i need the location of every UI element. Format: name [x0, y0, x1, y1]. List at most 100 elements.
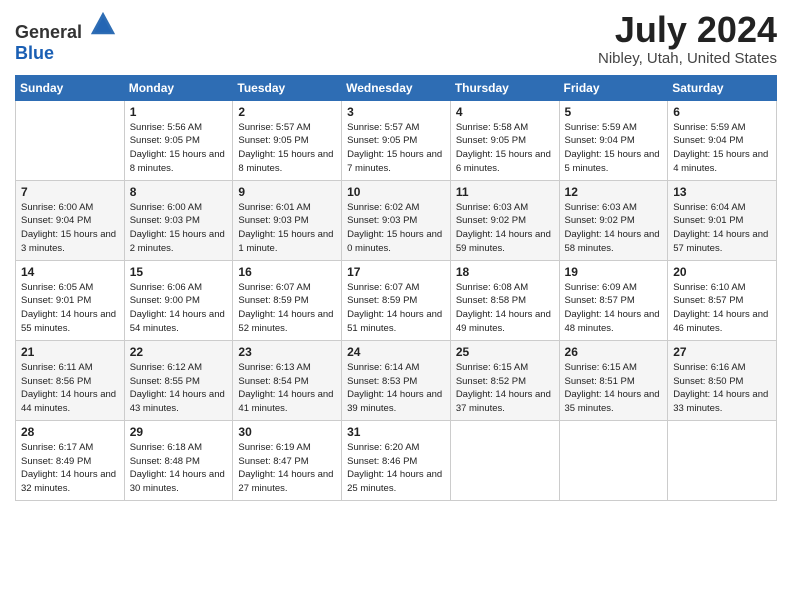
day-cell: 2 Sunrise: 5:57 AMSunset: 9:05 PMDaylight…: [233, 100, 342, 180]
day-cell: 4 Sunrise: 5:58 AMSunset: 9:05 PMDaylight…: [450, 100, 559, 180]
day-number: 29: [130, 425, 228, 439]
day-number: 30: [238, 425, 336, 439]
week-row-3: 14 Sunrise: 6:05 AMSunset: 9:01 PMDayligh…: [16, 260, 777, 340]
cell-info: Sunrise: 5:57 AMSunset: 9:05 PMDaylight:…: [238, 122, 333, 174]
day-number: 7: [21, 185, 119, 199]
day-cell: 28 Sunrise: 6:17 AMSunset: 8:49 PMDayligh…: [16, 420, 125, 500]
day-number: 4: [456, 105, 554, 119]
logo-general: General: [15, 22, 82, 42]
day-number: 12: [565, 185, 663, 199]
day-cell: 19 Sunrise: 6:09 AMSunset: 8:57 PMDayligh…: [559, 260, 668, 340]
cell-info: Sunrise: 6:01 AMSunset: 9:03 PMDaylight:…: [238, 202, 333, 254]
day-number: 13: [673, 185, 771, 199]
day-cell: [668, 420, 777, 500]
day-cell: 5 Sunrise: 5:59 AMSunset: 9:04 PMDaylight…: [559, 100, 668, 180]
day-cell: 23 Sunrise: 6:13 AMSunset: 8:54 PMDayligh…: [233, 340, 342, 420]
day-cell: 14 Sunrise: 6:05 AMSunset: 9:01 PMDayligh…: [16, 260, 125, 340]
day-header-wednesday: Wednesday: [342, 75, 451, 100]
cell-info: Sunrise: 6:08 AMSunset: 8:58 PMDaylight:…: [456, 282, 551, 334]
location: Nibley, Utah, United States: [598, 50, 777, 67]
day-number: 3: [347, 105, 445, 119]
logo-text: General Blue: [15, 10, 117, 64]
day-number: 23: [238, 345, 336, 359]
day-cell: 31Sunrise: 6:20 AMSunset: 8:46 PMDayligh…: [342, 420, 451, 500]
logo-blue: Blue: [15, 43, 54, 63]
cell-info: Sunrise: 5:59 AMSunset: 9:04 PMDaylight:…: [673, 122, 768, 174]
day-cell: 15Sunrise: 6:06 AMSunset: 9:00 PMDayligh…: [124, 260, 233, 340]
calendar-table: SundayMondayTuesdayWednesdayThursdayFrid…: [15, 75, 777, 501]
week-row-4: 21 Sunrise: 6:11 AMSunset: 8:56 PMDayligh…: [16, 340, 777, 420]
day-header-saturday: Saturday: [668, 75, 777, 100]
cell-info: Sunrise: 6:14 AMSunset: 8:53 PMDaylight:…: [347, 362, 442, 414]
cell-info: Sunrise: 6:17 AMSunset: 8:49 PMDaylight:…: [21, 442, 116, 494]
day-cell: 22Sunrise: 6:12 AMSunset: 8:55 PMDayligh…: [124, 340, 233, 420]
day-cell: 24 Sunrise: 6:14 AMSunset: 8:53 PMDayligh…: [342, 340, 451, 420]
day-number: 28: [21, 425, 119, 439]
month-year: July 2024: [598, 10, 777, 50]
day-number: 10: [347, 185, 445, 199]
cell-info: Sunrise: 6:10 AMSunset: 8:57 PMDaylight:…: [673, 282, 768, 334]
page-container: General Blue July 2024 Nibley, Utah, Uni…: [0, 0, 792, 511]
day-number: 21: [21, 345, 119, 359]
cell-info: Sunrise: 6:03 AMSunset: 9:02 PMDaylight:…: [565, 202, 660, 254]
day-number: 14: [21, 265, 119, 279]
cell-info: Sunrise: 5:57 AMSunset: 9:05 PMDaylight:…: [347, 122, 442, 174]
day-cell: 16 Sunrise: 6:07 AMSunset: 8:59 PMDayligh…: [233, 260, 342, 340]
day-number: 17: [347, 265, 445, 279]
day-cell: 10Sunrise: 6:02 AMSunset: 9:03 PMDayligh…: [342, 180, 451, 260]
day-number: 2: [238, 105, 336, 119]
day-number: 5: [565, 105, 663, 119]
cell-info: Sunrise: 6:09 AMSunset: 8:57 PMDaylight:…: [565, 282, 660, 334]
day-cell: 29 Sunrise: 6:18 AMSunset: 8:48 PMDayligh…: [124, 420, 233, 500]
day-cell: 26Sunrise: 6:15 AMSunset: 8:51 PMDayligh…: [559, 340, 668, 420]
day-number: 16: [238, 265, 336, 279]
cell-info: Sunrise: 5:59 AMSunset: 9:04 PMDaylight:…: [565, 122, 660, 174]
day-cell: [450, 420, 559, 500]
day-header-thursday: Thursday: [450, 75, 559, 100]
cell-info: Sunrise: 6:07 AMSunset: 8:59 PMDaylight:…: [347, 282, 442, 334]
cell-info: Sunrise: 5:58 AMSunset: 9:05 PMDaylight:…: [456, 122, 551, 174]
cell-info: Sunrise: 6:18 AMSunset: 8:48 PMDaylight:…: [130, 442, 225, 494]
cell-info: Sunrise: 5:56 AMSunset: 9:05 PMDaylight:…: [130, 122, 225, 174]
week-row-2: 7Sunrise: 6:00 AMSunset: 9:04 PMDaylight…: [16, 180, 777, 260]
day-cell: 21 Sunrise: 6:11 AMSunset: 8:56 PMDayligh…: [16, 340, 125, 420]
day-cell: 13 Sunrise: 6:04 AMSunset: 9:01 PMDayligh…: [668, 180, 777, 260]
day-number: 9: [238, 185, 336, 199]
day-cell: 30Sunrise: 6:19 AMSunset: 8:47 PMDayligh…: [233, 420, 342, 500]
day-number: 19: [565, 265, 663, 279]
day-number: 15: [130, 265, 228, 279]
day-number: 6: [673, 105, 771, 119]
day-number: 11: [456, 185, 554, 199]
week-row-5: 28 Sunrise: 6:17 AMSunset: 8:49 PMDayligh…: [16, 420, 777, 500]
cell-info: Sunrise: 6:03 AMSunset: 9:02 PMDaylight:…: [456, 202, 551, 254]
title-block: July 2024 Nibley, Utah, United States: [598, 10, 777, 67]
day-cell: 18 Sunrise: 6:08 AMSunset: 8:58 PMDayligh…: [450, 260, 559, 340]
day-number: 24: [347, 345, 445, 359]
cell-info: Sunrise: 6:07 AMSunset: 8:59 PMDaylight:…: [238, 282, 333, 334]
header: General Blue July 2024 Nibley, Utah, Uni…: [15, 10, 777, 67]
day-number: 31: [347, 425, 445, 439]
day-number: 18: [456, 265, 554, 279]
cell-info: Sunrise: 6:11 AMSunset: 8:56 PMDaylight:…: [21, 362, 116, 414]
day-cell: 6 Sunrise: 5:59 AMSunset: 9:04 PMDaylight…: [668, 100, 777, 180]
day-header-tuesday: Tuesday: [233, 75, 342, 100]
cell-info: Sunrise: 6:12 AMSunset: 8:55 PMDaylight:…: [130, 362, 225, 414]
cell-info: Sunrise: 6:13 AMSunset: 8:54 PMDaylight:…: [238, 362, 333, 414]
day-number: 27: [673, 345, 771, 359]
day-cell: 9 Sunrise: 6:01 AMSunset: 9:03 PMDaylight…: [233, 180, 342, 260]
cell-info: Sunrise: 6:05 AMSunset: 9:01 PMDaylight:…: [21, 282, 116, 334]
day-number: 8: [130, 185, 228, 199]
week-row-1: 1 Sunrise: 5:56 AMSunset: 9:05 PMDaylight…: [16, 100, 777, 180]
day-cell: 11 Sunrise: 6:03 AMSunset: 9:02 PMDayligh…: [450, 180, 559, 260]
day-cell: 1 Sunrise: 5:56 AMSunset: 9:05 PMDaylight…: [124, 100, 233, 180]
day-cell: [559, 420, 668, 500]
cell-info: Sunrise: 6:15 AMSunset: 8:52 PMDaylight:…: [456, 362, 551, 414]
header-row: SundayMondayTuesdayWednesdayThursdayFrid…: [16, 75, 777, 100]
day-number: 20: [673, 265, 771, 279]
cell-info: Sunrise: 6:16 AMSunset: 8:50 PMDaylight:…: [673, 362, 768, 414]
day-number: 1: [130, 105, 228, 119]
day-cell: 7Sunrise: 6:00 AMSunset: 9:04 PMDaylight…: [16, 180, 125, 260]
logo: General Blue: [15, 10, 117, 64]
cell-info: Sunrise: 6:04 AMSunset: 9:01 PMDaylight:…: [673, 202, 768, 254]
day-number: 26: [565, 345, 663, 359]
